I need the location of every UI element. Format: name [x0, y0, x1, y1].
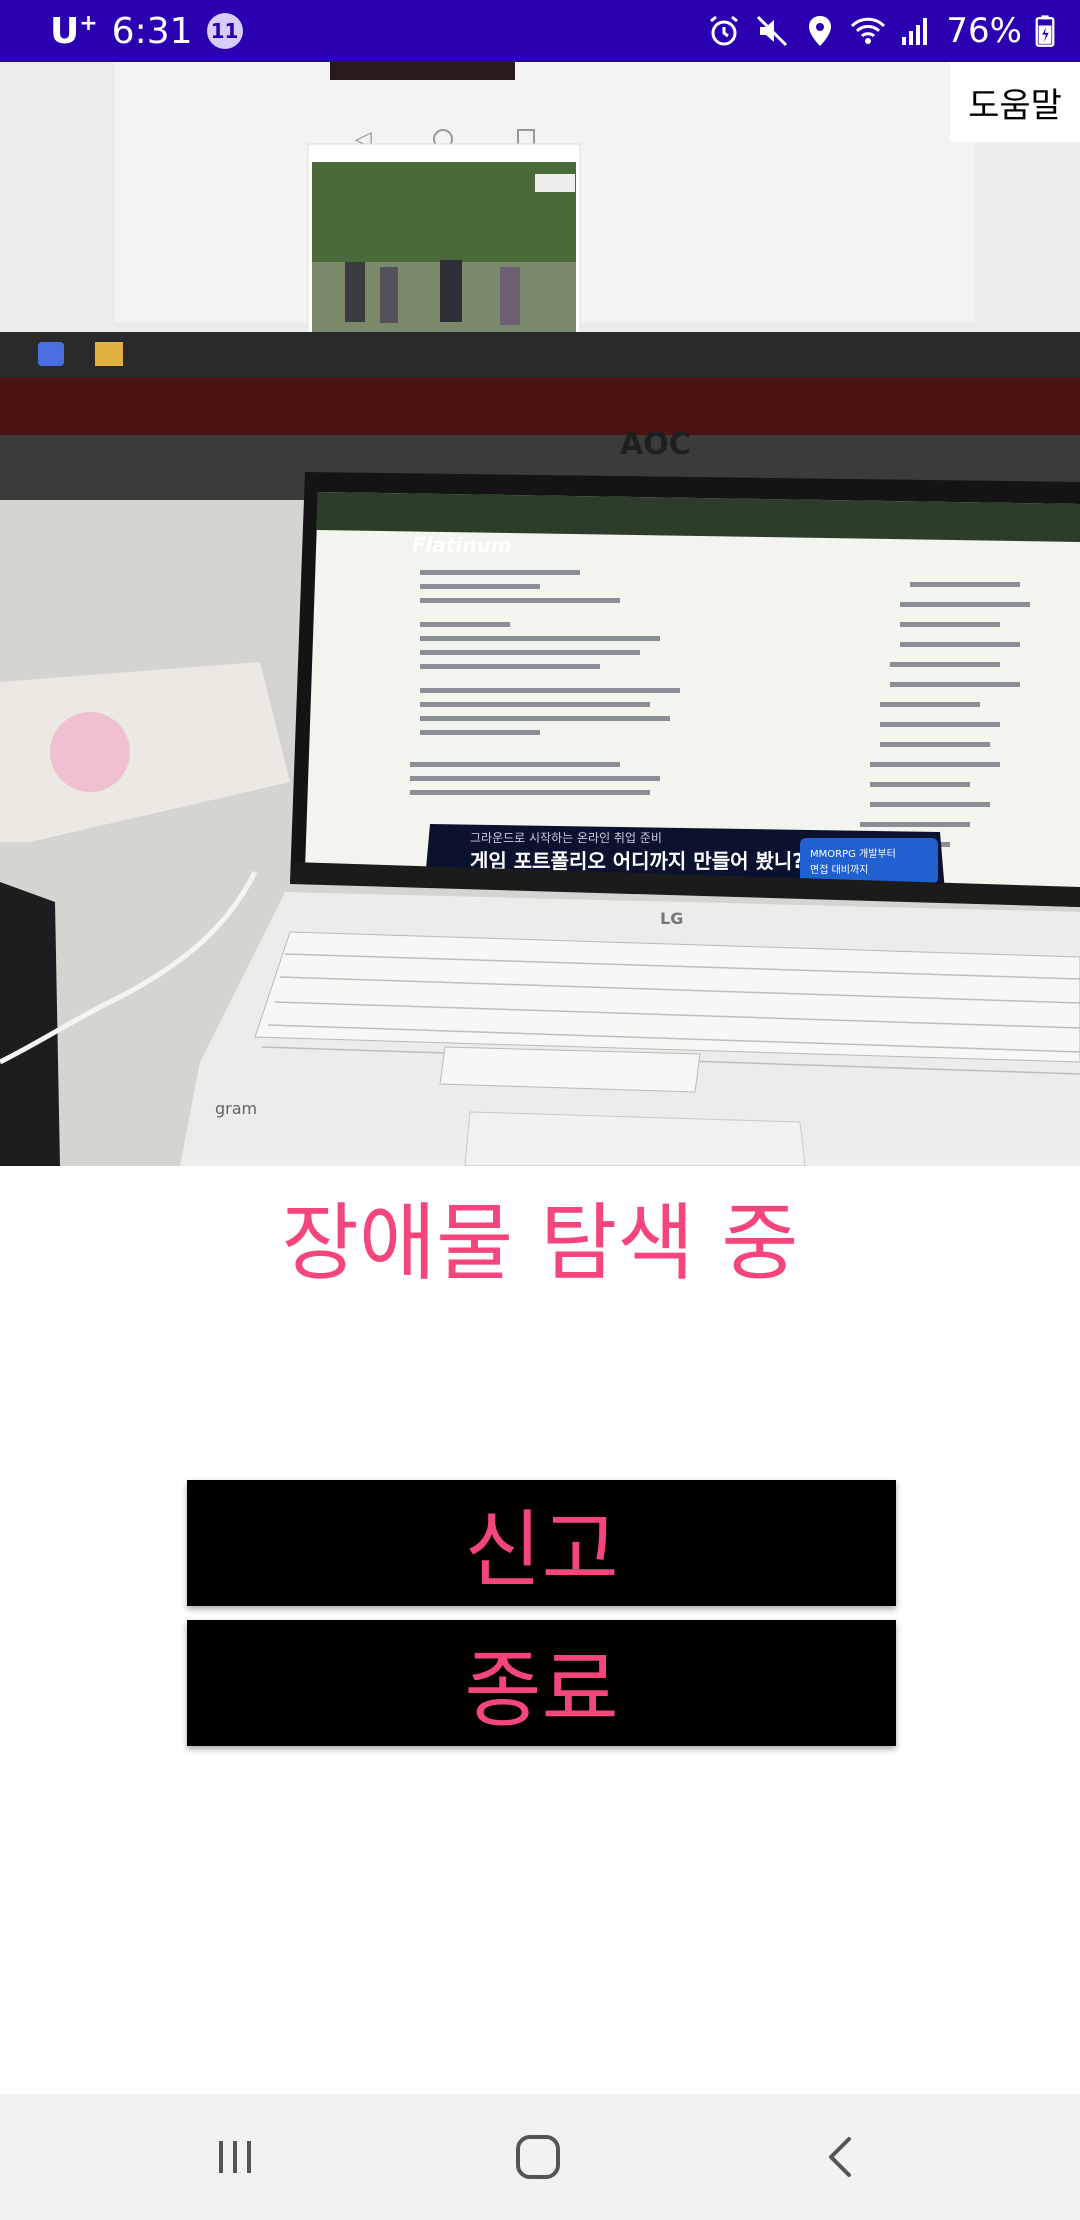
camera-scene: ◁ AOC Flatinum 그라운드로 시작하는 온라인 취업 준비 게임 포…	[0, 62, 1080, 1166]
alarm-icon	[710, 15, 739, 46]
ad-cta-line1: MMORPG 개발부터	[810, 848, 896, 860]
help-button[interactable]: 도움말	[950, 62, 1080, 142]
laptop-brand: LG	[660, 909, 683, 928]
notification-badge: 11	[206, 13, 243, 49]
status-left: U+ 6:31 11	[50, 11, 243, 52]
recents-icon	[219, 2141, 251, 2173]
monitor-brand: AOC	[620, 427, 691, 462]
battery-percentage: 76%	[946, 11, 1022, 51]
keyboard-brand: gram	[215, 1099, 257, 1118]
detection-status-text: 장애물 탐색 중	[281, 1194, 799, 1292]
mute-icon	[757, 15, 788, 47]
status-bar: U+ 6:31 11 76%	[0, 0, 1080, 62]
blog-name: Flatinum	[412, 533, 512, 557]
wifi-icon	[851, 17, 886, 44]
status-right: 76%	[706, 11, 1056, 51]
app-screen: U+ 6:31 11 76% ◁ AOC Flatinum 그라운드로 시작하는…	[0, 0, 1080, 2220]
navigation-bar	[0, 2094, 1080, 2220]
location-icon	[809, 16, 832, 46]
camera-preview: ◁ AOC Flatinum 그라운드로 시작하는 온라인 취업 준비 게임 포…	[0, 62, 1080, 1166]
ad-cta-line2: 면접 대비까지	[810, 864, 868, 876]
carrier-label: U+	[50, 10, 98, 52]
home-button[interactable]	[503, 2122, 573, 2192]
report-button[interactable]: 신고	[187, 1480, 896, 1606]
ad-small-text: 그라운드로 시작하는 온라인 취업 준비	[470, 831, 662, 845]
battery-icon	[1035, 15, 1055, 47]
recents-button[interactable]	[200, 2122, 270, 2192]
back-button[interactable]	[806, 2122, 876, 2192]
status-clock: 6:31	[111, 10, 193, 52]
signal-icon	[902, 18, 928, 45]
home-icon	[516, 2135, 560, 2179]
exit-button[interactable]: 종료	[187, 1620, 896, 1746]
back-icon	[829, 2137, 851, 2177]
